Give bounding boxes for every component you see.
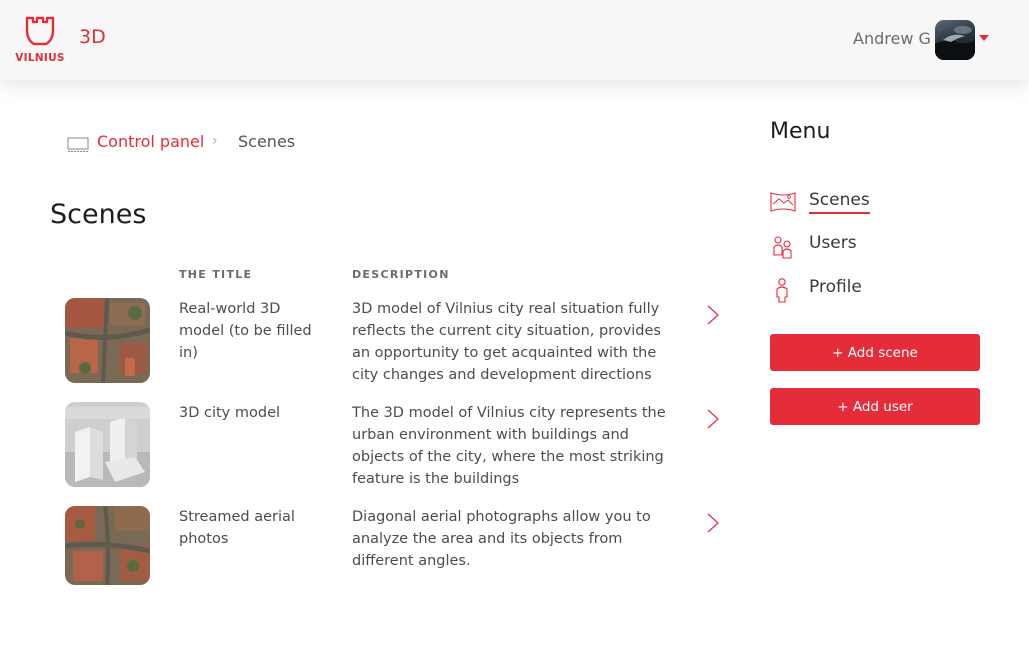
app-title[interactable]: 3D [79, 26, 106, 48]
3d-buildings-thumbnail[interactable] [65, 402, 150, 487]
avatar-photo-icon [935, 26, 975, 60]
column-header-description: DESCRIPTION [352, 268, 450, 281]
chevron-right-icon[interactable] [706, 512, 720, 534]
users-icon [773, 236, 792, 259]
column-header-title: THE TITLE [179, 268, 253, 281]
avatar[interactable] [935, 20, 975, 60]
menu-item-label: Scenes [809, 190, 870, 214]
row-description: Diagonal aerial photographs allow you to… [352, 509, 651, 569]
row-description: 3D model of Vilnius city real situation … [352, 301, 661, 383]
row-title[interactable]: Streamed aerial photos [179, 506, 319, 550]
menu-item-users[interactable]: Users [770, 233, 970, 263]
aerial-photo-thumbnail[interactable] [65, 298, 150, 383]
profile-icon [776, 278, 788, 303]
breadcrumb-link-control-panel[interactable]: Control panel [97, 132, 204, 151]
table-row[interactable]: 3D city model The 3D model of Vilnius ci… [0, 402, 740, 490]
row-title[interactable]: Real-world 3D model (to be filled in) [179, 298, 319, 364]
user-name[interactable]: Andrew G [853, 29, 931, 48]
breadcrumb-separator: › [212, 133, 218, 149]
logo-text: VILNIUS [15, 52, 65, 64]
vilnius-logo[interactable]: VILNIUS [12, 16, 68, 64]
add-scene-button[interactable]: + Add scene [770, 334, 980, 371]
monitor-icon [67, 137, 89, 152]
aerial-photo-thumbnail[interactable] [65, 506, 150, 585]
menu-title: Menu [770, 119, 831, 144]
dropdown-caret-icon[interactable] [979, 35, 989, 41]
table-row[interactable]: Streamed aerial photos Diagonal aerial p… [0, 506, 740, 586]
chevron-right-icon[interactable] [706, 408, 720, 430]
row-description: The 3D model of Vilnius city represents … [352, 405, 666, 487]
castle-tower-icon [25, 16, 55, 46]
table-row[interactable]: Real-world 3D model (to be filled in) 3D… [0, 298, 740, 386]
row-title[interactable]: 3D city model [179, 402, 319, 424]
breadcrumb-current: Scenes [238, 132, 296, 151]
menu-item-label: Users [809, 233, 857, 253]
menu-item-label: Profile [809, 277, 862, 297]
menu-item-profile[interactable]: Profile [770, 277, 970, 307]
menu-item-scenes[interactable]: Scenes [770, 190, 970, 220]
panorama-icon [770, 192, 796, 212]
page-title: Scenes [50, 199, 147, 230]
chevron-right-icon[interactable] [706, 304, 720, 326]
add-user-button[interactable]: + Add user [770, 388, 980, 425]
top-header: VILNIUS 3D Andrew G [0, 0, 1029, 80]
